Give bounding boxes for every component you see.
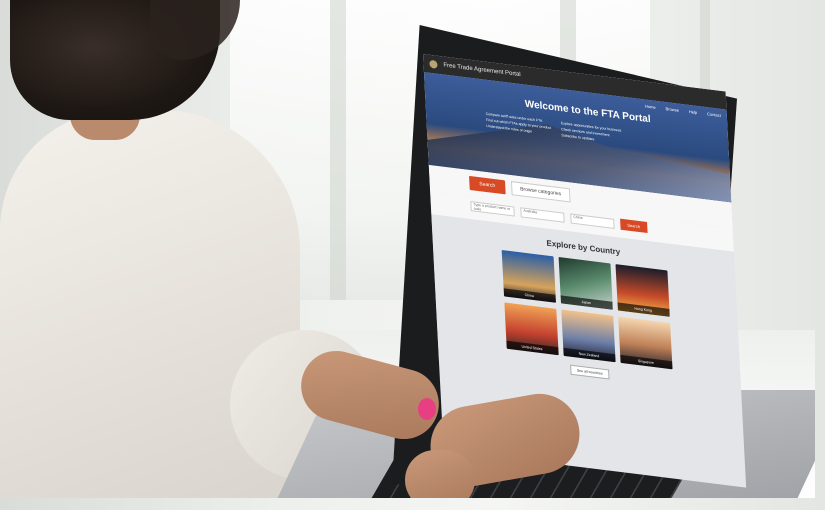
- photo-background: Free Trade Agreement Portal Home Browse …: [0, 0, 825, 510]
- country-tile[interactable]: United States: [503, 302, 559, 356]
- nail-polish: [418, 398, 436, 420]
- search-tab-button[interactable]: Search: [469, 175, 506, 195]
- country-label: New Zealand: [562, 347, 616, 363]
- country-label: Hong Kong: [616, 302, 670, 317]
- crest-icon: [429, 59, 438, 69]
- country-label: Singapore: [619, 354, 673, 370]
- country-tile[interactable]: Japan: [558, 256, 613, 310]
- nav-help[interactable]: Help: [689, 109, 697, 115]
- country-label: Japan: [560, 295, 613, 310]
- exporting-to-select[interactable]: China: [570, 212, 615, 229]
- country-tile[interactable]: China: [501, 249, 556, 303]
- product-input[interactable]: Type a product name or code: [470, 200, 515, 217]
- country-tile[interactable]: Hong Kong: [614, 264, 670, 317]
- country-label: China: [503, 288, 556, 303]
- browse-categories-button[interactable]: Browse categories: [510, 181, 571, 203]
- person-hair-curls: [150, 0, 240, 60]
- country-label: United States: [505, 340, 559, 356]
- right-wrist: [405, 450, 475, 498]
- country-tile[interactable]: Singapore: [617, 316, 673, 370]
- search-submit-button[interactable]: Search: [620, 218, 648, 234]
- photo-frame: Free Trade Agreement Portal Home Browse …: [0, 0, 815, 498]
- nav-contact[interactable]: Contact: [707, 111, 721, 118]
- nav-browse[interactable]: Browse: [665, 106, 679, 113]
- see-all-countries-button[interactable]: See all countries: [569, 364, 611, 380]
- exporting-from-select[interactable]: Australia: [520, 206, 565, 223]
- window-frame-bar: [330, 0, 346, 300]
- country-tile[interactable]: New Zealand: [560, 309, 616, 363]
- nav-home[interactable]: Home: [645, 104, 656, 110]
